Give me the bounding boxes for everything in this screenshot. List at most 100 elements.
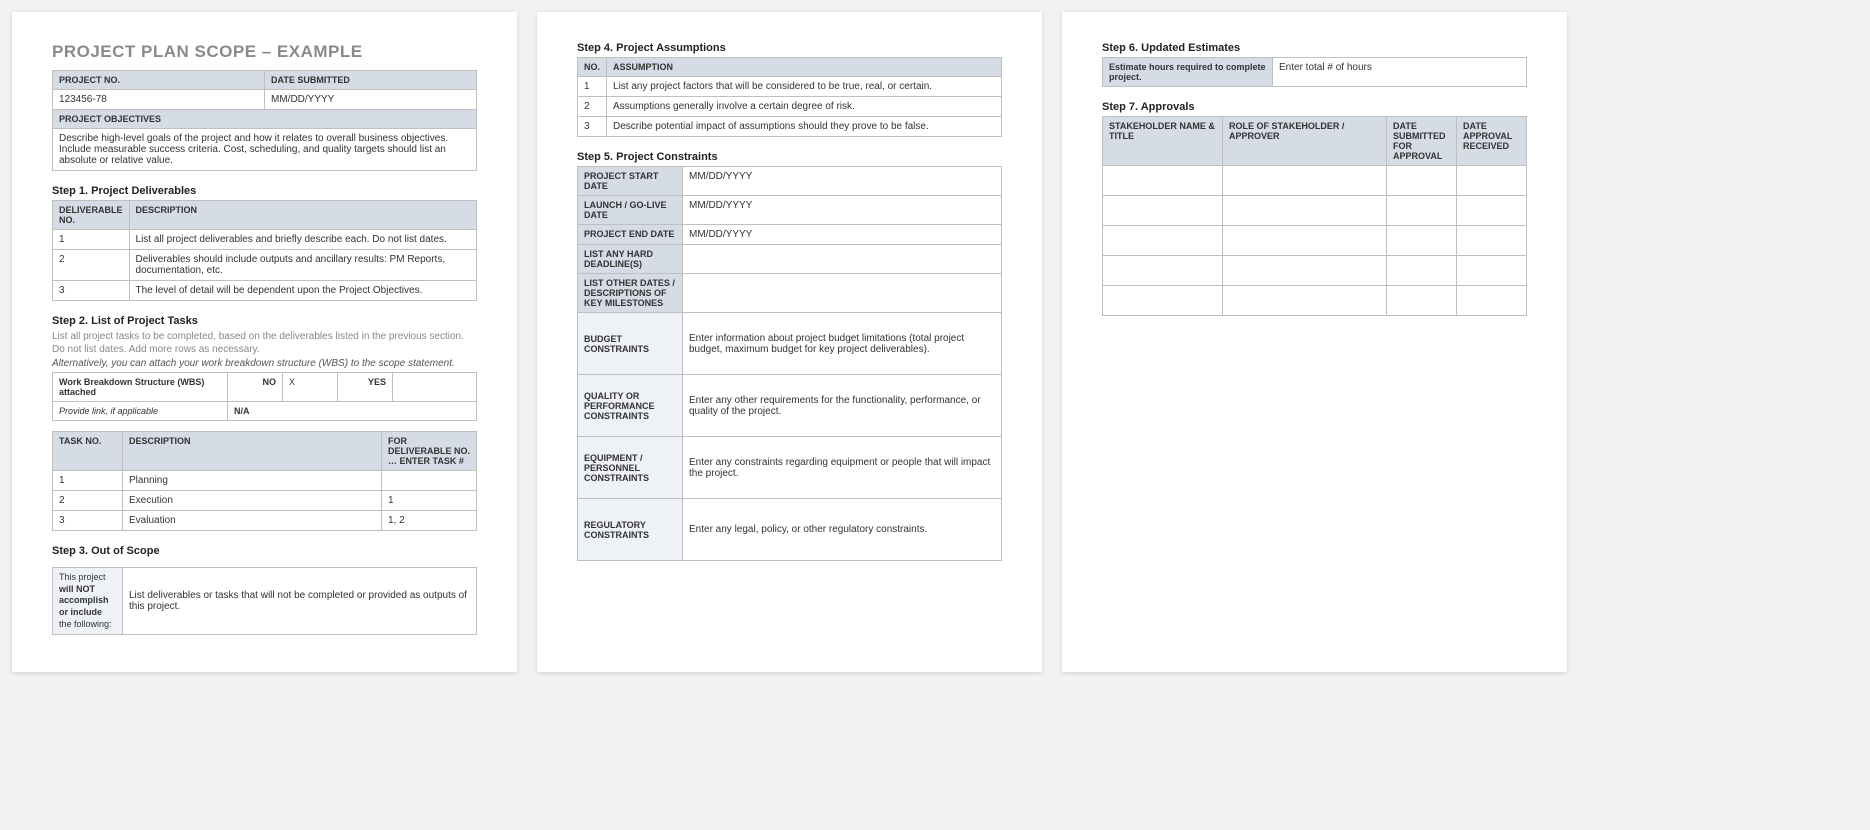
cell-task-no: 3 <box>53 511 123 531</box>
header-stakeholder-name: STAKEHOLDER NAME & TITLE <box>1103 117 1223 166</box>
cell-task-desc: Planning <box>123 471 382 491</box>
table-row: 3The level of detail will be dependent u… <box>53 281 477 301</box>
header-assume-no: NO. <box>578 58 607 77</box>
label-budget: BUDGET CONSTRAINTS <box>578 313 683 375</box>
header-deliverable-no: DELIVERABLE NO. <box>53 201 130 230</box>
cell-task-no: 2 <box>53 491 123 511</box>
cell-empty <box>1103 226 1223 256</box>
step-2-note-1: List all project tasks to be completed, … <box>52 330 477 356</box>
table-row <box>1103 196 1527 226</box>
wbs-link-label: Provide link, if applicable <box>53 402 228 421</box>
cell-empty <box>1103 286 1223 316</box>
label-hard-deadlines: LIST ANY HARD DEADLINE(S) <box>578 245 683 274</box>
page-1: PROJECT PLAN SCOPE – EXAMPLE PROJECT NO.… <box>12 12 517 672</box>
table-row <box>1103 226 1527 256</box>
cell-task-no: 1 <box>53 471 123 491</box>
wbs-label: Work Breakdown Structure (WBS) attached <box>53 373 228 402</box>
assumptions-table: NO. ASSUMPTION 1List any project factors… <box>577 57 1002 137</box>
cell-assume-no: 1 <box>578 77 607 97</box>
cell-deliv-no: 3 <box>53 281 130 301</box>
cell-empty <box>1457 166 1527 196</box>
table-row: 3Evaluation1, 2 <box>53 511 477 531</box>
oos-side-c: the following: <box>59 619 112 629</box>
step-2-note-2: Alternatively, you can attach your work … <box>52 358 477 369</box>
wbs-yes-label: YES <box>338 373 393 402</box>
cell-golive-date: MM/DD/YYYY <box>683 196 1002 225</box>
cell-end-date: MM/DD/YYYY <box>683 225 1002 245</box>
cell-empty <box>1387 196 1457 226</box>
cell-estimate-hours: Enter total # of hours <box>1273 58 1527 87</box>
page-2: Step 4. Project Assumptions NO. ASSUMPTI… <box>537 12 1042 672</box>
cell-deliv-no: 2 <box>53 250 130 281</box>
cell-task-for <box>382 471 477 491</box>
header-project-objectives: PROJECT OBJECTIVES <box>53 110 477 129</box>
cell-regulatory: Enter any legal, policy, or other regula… <box>683 499 1002 561</box>
cell-empty <box>1457 256 1527 286</box>
oos-side-b: will NOT accomplish or include <box>59 584 109 617</box>
cell-deliv-desc: Deliverables should include outputs and … <box>129 250 476 281</box>
header-task-for: FOR DELIVERABLE NO. … ENTER TASK # <box>382 432 477 471</box>
label-regulatory: REGULATORY CONSTRAINTS <box>578 499 683 561</box>
header-project-no: PROJECT NO. <box>53 71 265 90</box>
label-estimate-hours: Estimate hours required to complete proj… <box>1103 58 1273 87</box>
wbs-link-value: N/A <box>228 402 477 421</box>
step-2-heading: Step 2. List of Project Tasks <box>52 315 477 327</box>
deliverables-table: DELIVERABLE NO. DESCRIPTION 1List all pr… <box>52 200 477 301</box>
cell-assume-no: 2 <box>578 97 607 117</box>
cell-project-no: 123456-78 <box>53 90 265 110</box>
cell-other-dates <box>683 274 1002 313</box>
wbs-yes-value <box>393 373 477 402</box>
table-row: 2Assumptions generally involve a certain… <box>578 97 1002 117</box>
step-1-heading: Step 1. Project Deliverables <box>52 185 477 197</box>
cell-assume-desc: List any project factors that will be co… <box>607 77 1002 97</box>
cell-task-for: 1, 2 <box>382 511 477 531</box>
step-6-heading: Step 6. Updated Estimates <box>1102 42 1527 54</box>
cell-empty <box>1103 166 1223 196</box>
table-row: 1Planning <box>53 471 477 491</box>
oos-side-a: This project <box>59 572 106 582</box>
table-row: 2Execution1 <box>53 491 477 511</box>
label-start-date: PROJECT START DATE <box>578 167 683 196</box>
cell-empty <box>1103 256 1223 286</box>
cell-task-desc: Evaluation <box>123 511 382 531</box>
wbs-no-label: NO <box>228 373 283 402</box>
table-row: 1List all project deliverables and brief… <box>53 230 477 250</box>
step-7-heading: Step 7. Approvals <box>1102 101 1527 113</box>
out-of-scope-table: This project will NOT accomplish or incl… <box>52 567 477 635</box>
wbs-table: Work Breakdown Structure (WBS) attached … <box>52 372 477 421</box>
cell-deliv-no: 1 <box>53 230 130 250</box>
header-assume-desc: ASSUMPTION <box>607 58 1002 77</box>
cell-empty <box>1457 286 1527 316</box>
label-end-date: PROJECT END DATE <box>578 225 683 245</box>
table-row <box>1103 286 1527 316</box>
cell-empty <box>1387 286 1457 316</box>
header-date-submitted: DATE SUBMITTED <box>265 71 477 90</box>
project-info-table: PROJECT NO. DATE SUBMITTED 123456-78 MM/… <box>52 70 477 171</box>
cell-budget: Enter information about project budget l… <box>683 313 1002 375</box>
cell-empty <box>1387 166 1457 196</box>
cell-empty <box>1223 256 1387 286</box>
document-pages: PROJECT PLAN SCOPE – EXAMPLE PROJECT NO.… <box>12 12 1858 672</box>
header-task-no: TASK NO. <box>53 432 123 471</box>
oos-side: This project will NOT accomplish or incl… <box>53 568 123 635</box>
header-date-received: DATE APPROVAL RECEIVED <box>1457 117 1527 166</box>
label-golive-date: LAUNCH / GO-LIVE DATE <box>578 196 683 225</box>
oos-body: List deliverables or tasks that will not… <box>123 568 477 635</box>
header-date-submitted: DATE SUBMITTED FOR APPROVAL <box>1387 117 1457 166</box>
cell-task-for: 1 <box>382 491 477 511</box>
cell-empty <box>1223 166 1387 196</box>
label-equipment: EQUIPMENT / PERSONNEL CONSTRAINTS <box>578 437 683 499</box>
cell-empty <box>1387 256 1457 286</box>
cell-empty <box>1387 226 1457 256</box>
table-row: 3Describe potential impact of assumption… <box>578 117 1002 137</box>
cell-deliv-desc: The level of detail will be dependent up… <box>129 281 476 301</box>
cell-empty <box>1223 196 1387 226</box>
tasks-table: TASK NO. DESCRIPTION FOR DELIVERABLE NO.… <box>52 431 477 531</box>
table-row <box>1103 256 1527 286</box>
cell-equipment: Enter any constraints regarding equipmen… <box>683 437 1002 499</box>
estimates-table: Estimate hours required to complete proj… <box>1102 57 1527 87</box>
cell-task-desc: Execution <box>123 491 382 511</box>
cell-empty <box>1223 286 1387 316</box>
cell-empty <box>1223 226 1387 256</box>
approvals-table: STAKEHOLDER NAME & TITLE ROLE OF STAKEHO… <box>1102 116 1527 316</box>
